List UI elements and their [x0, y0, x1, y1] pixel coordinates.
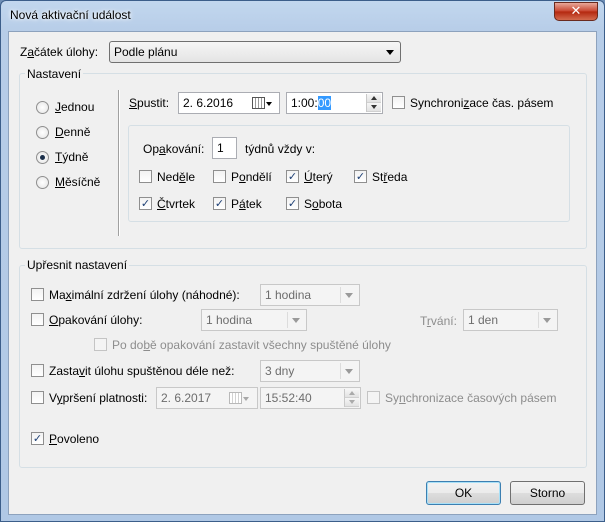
stop-longer-checkbox[interactable]: [31, 364, 44, 377]
day-saturday-checkbox[interactable]: ✓: [286, 197, 299, 210]
day-saturday-label[interactable]: Sobota: [304, 197, 342, 211]
ok-button[interactable]: OK: [426, 481, 501, 505]
day-sunday-label[interactable]: Neděle: [157, 170, 195, 184]
max-delay-value: 1 hodina: [265, 288, 312, 302]
radio-once[interactable]: [36, 101, 49, 114]
calendar-icon[interactable]: [252, 97, 265, 109]
expire-sync-label[interactable]: Synchronizace časových pásem: [385, 391, 556, 405]
settings-group-title: Nastavení: [25, 67, 84, 81]
stop-longer-value: 3 dny: [265, 364, 295, 378]
repeat-task-dropdown[interactable]: 1 hodina: [201, 309, 307, 331]
weekly-repeat-suffix: týdnů vždy v:: [245, 142, 316, 156]
stop-all-checkbox[interactable]: [94, 338, 107, 351]
chevron-down-icon: [345, 369, 353, 374]
task-start-dropdown[interactable]: Podle plánu: [109, 41, 401, 63]
stop-all-label[interactable]: Po době opakování zastavit všechny spušt…: [112, 338, 391, 352]
expire-time-value: 15:52:40: [265, 391, 312, 405]
day-thursday-checkbox[interactable]: ✓: [139, 197, 152, 210]
chevron-down-icon: [345, 293, 353, 298]
expire-time-spinner[interactable]: [344, 389, 359, 407]
day-thursday-label[interactable]: Čtvrtek: [157, 197, 195, 211]
radio-weekly-label[interactable]: Týdně: [55, 150, 88, 164]
start-date-picker[interactable]: 2. 6.2016: [178, 92, 280, 114]
stop-longer-dropdown[interactable]: 3 dny: [260, 360, 360, 382]
window-title: Nová aktivační událost: [10, 8, 131, 22]
start-time-field[interactable]: 1:00:00: [286, 92, 383, 114]
task-start-label: Začátek úlohy:: [20, 45, 99, 59]
repeat-task-value: 1 hodina: [206, 313, 253, 327]
start-label: Spustit:: [129, 96, 170, 110]
chevron-down-icon: [386, 50, 394, 55]
max-delay-checkbox[interactable]: [31, 288, 44, 301]
title-bar[interactable]: Nová aktivační událost ✕: [1, 1, 604, 31]
day-sunday-checkbox[interactable]: [139, 170, 152, 183]
radio-monthly[interactable]: [36, 176, 49, 189]
cancel-button[interactable]: Storno: [510, 481, 585, 505]
advanced-group-title: Upřesnit nastavení: [25, 258, 130, 272]
expire-date-value: 2. 6.2017: [161, 391, 212, 405]
task-start-value: Podle plánu: [114, 45, 178, 59]
day-friday-checkbox[interactable]: ✓: [213, 197, 226, 210]
radio-weekly[interactable]: [36, 151, 49, 164]
chevron-down-icon: [543, 318, 551, 323]
radio-daily[interactable]: [36, 126, 49, 139]
duration-value: 1 den: [468, 313, 499, 327]
weekly-repeat-label: Opakování:: [143, 142, 205, 156]
expire-label[interactable]: Vypršení platnosti:: [49, 391, 147, 405]
chevron-down-icon: [292, 318, 300, 323]
settings-separator: [118, 90, 120, 236]
repeat-task-label[interactable]: Opakování úlohy:: [49, 313, 142, 327]
calendar-icon[interactable]: [229, 392, 242, 404]
stop-longer-label[interactable]: Zastavit úlohu spuštěnou déle než:: [49, 364, 234, 378]
day-wednesday-checkbox[interactable]: ✓: [354, 170, 367, 183]
duration-label: Trvání:: [420, 314, 457, 328]
start-date-value: 2. 6.2016: [183, 96, 234, 110]
sync-timezones-checkbox[interactable]: [392, 96, 405, 109]
expire-checkbox[interactable]: [31, 391, 44, 404]
day-tuesday-label[interactable]: Úterý: [304, 170, 333, 184]
dialog-client: Začátek úlohy: Podle plánu Nastavení Jed…: [8, 31, 597, 515]
spin-down-icon[interactable]: [367, 103, 381, 112]
weekly-repeat-input[interactable]: 1: [212, 137, 237, 159]
enabled-checkbox[interactable]: ✓: [31, 432, 44, 445]
expire-sync-checkbox[interactable]: [367, 391, 380, 404]
radio-once-label[interactable]: Jednou: [55, 100, 94, 114]
duration-dropdown[interactable]: 1 den: [463, 309, 558, 331]
day-monday-checkbox[interactable]: [213, 170, 226, 183]
expire-date-picker[interactable]: 2. 6.2017: [156, 387, 258, 409]
radio-monthly-label[interactable]: Měsíčně: [55, 175, 100, 189]
repeat-task-checkbox[interactable]: [31, 313, 44, 326]
day-tuesday-checkbox[interactable]: ✓: [286, 170, 299, 183]
spin-down-icon[interactable]: [345, 398, 359, 407]
enabled-label[interactable]: Povoleno: [49, 432, 99, 446]
close-button[interactable]: ✕: [554, 2, 598, 21]
start-time-spinner[interactable]: [366, 94, 381, 112]
chevron-down-icon[interactable]: [266, 102, 272, 106]
start-time-value: 1:00:00: [291, 96, 332, 110]
day-wednesday-label[interactable]: Středa: [372, 170, 407, 184]
expire-time-field[interactable]: 15:52:40: [260, 387, 361, 409]
max-delay-dropdown[interactable]: 1 hodina: [260, 284, 360, 306]
day-monday-label[interactable]: Pondělí: [231, 170, 272, 184]
spin-up-icon[interactable]: [367, 94, 381, 103]
radio-daily-label[interactable]: Denně: [55, 125, 90, 139]
sync-timezones-label[interactable]: Synchronizace čas. pásem: [410, 96, 553, 110]
day-friday-label[interactable]: Pátek: [231, 197, 262, 211]
dialog-window: Nová aktivační událost ✕ Začátek úlohy: …: [0, 0, 605, 522]
spin-up-icon[interactable]: [345, 389, 359, 398]
chevron-down-icon[interactable]: [243, 397, 249, 401]
max-delay-label[interactable]: Maximální zdržení úlohy (náhodné):: [49, 288, 240, 302]
